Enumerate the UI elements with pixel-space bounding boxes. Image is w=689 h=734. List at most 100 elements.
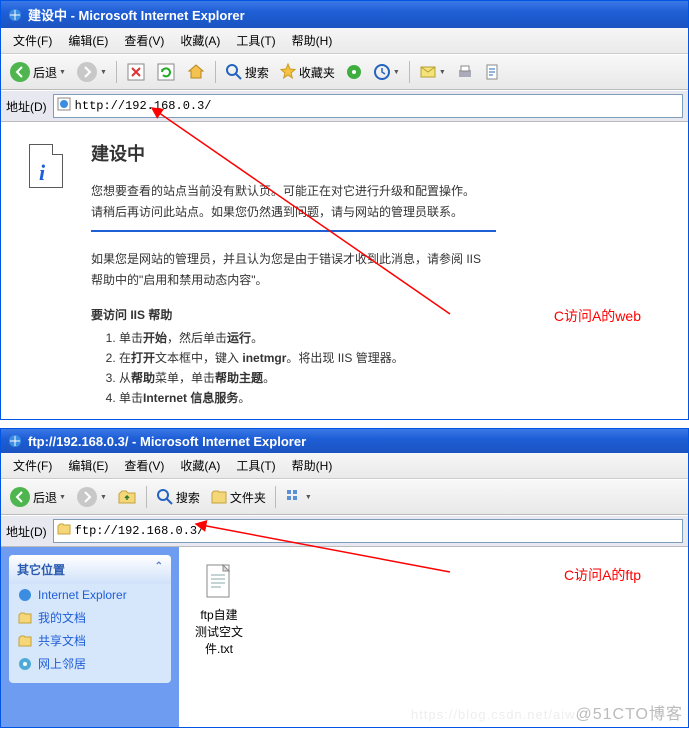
stop-button[interactable]	[122, 60, 150, 84]
search-button[interactable]: 搜索	[221, 61, 273, 83]
list-item: 单击Internet 信息服务。	[119, 389, 668, 406]
list-item: 单击开始，然后单击运行。	[119, 329, 668, 346]
text-file-icon	[203, 563, 235, 601]
menu-edit[interactable]: 编辑(E)	[60, 30, 116, 51]
browser-window-http: 建设中 - Microsoft Internet Explorer 文件(F) …	[0, 0, 689, 420]
forward-button[interactable]: ▼	[72, 484, 111, 510]
menubar: 文件(F) 编辑(E) 查看(V) 收藏(A) 工具(T) 帮助(H)	[1, 28, 688, 54]
network-icon	[17, 656, 33, 672]
address-value: http://192.168.0.3/	[75, 99, 212, 113]
folder-icon	[17, 633, 33, 649]
view-button[interactable]: ▼	[281, 486, 316, 508]
annotation-ftp: C访问A的ftp	[564, 565, 641, 585]
home-button[interactable]	[182, 60, 210, 84]
up-button[interactable]	[113, 485, 141, 509]
back-button[interactable]: 后退 ▼	[5, 59, 70, 85]
mail-button[interactable]: ▼	[415, 61, 450, 83]
ie-icon	[7, 7, 23, 23]
star-icon	[279, 63, 297, 81]
back-button[interactable]: 后退 ▼	[5, 484, 70, 510]
page-title: 建设中	[91, 140, 668, 166]
window-title: 建设中 - Microsoft Internet Explorer	[28, 5, 245, 24]
address-bar: 地址(D) ftp://192.168.0.3/	[1, 515, 688, 547]
annotation-web: C访问A的web	[554, 306, 641, 326]
folders-button[interactable]: 文件夹	[206, 486, 270, 508]
address-value: ftp://192.168.0.3/	[75, 524, 205, 538]
menu-favorites[interactable]: 收藏(A)	[172, 455, 228, 476]
folders-icon	[210, 488, 228, 506]
menu-file[interactable]: 文件(F)	[5, 455, 60, 476]
mail-icon	[419, 63, 437, 81]
search-icon	[225, 63, 243, 81]
info-icon: i	[39, 160, 45, 186]
window-title: ftp://192.168.0.3/ - Microsoft Internet …	[28, 434, 306, 449]
menu-favorites[interactable]: 收藏(A)	[172, 30, 228, 51]
menu-help[interactable]: 帮助(H)	[284, 30, 341, 51]
ie-icon	[17, 587, 33, 603]
menu-view[interactable]: 查看(V)	[116, 455, 172, 476]
separator	[146, 486, 147, 508]
address-input[interactable]: http://192.168.0.3/	[53, 94, 683, 118]
paragraph: 如果您是网站的管理员，并且认为您是由于错误才收到此消息，请参阅 IIS	[91, 250, 668, 267]
titlebar[interactable]: 建设中 - Microsoft Internet Explorer	[1, 1, 688, 28]
sidebar-item-ie[interactable]: Internet Explorer	[9, 584, 171, 606]
panel-header[interactable]: 其它位置 ⌃	[9, 555, 171, 584]
edit-icon	[484, 63, 502, 81]
paragraph: 帮助中的"启用和禁用动态内容"。	[91, 271, 668, 288]
menu-file[interactable]: 文件(F)	[5, 30, 60, 51]
subheading: 要访问 IIS 帮助	[91, 308, 172, 322]
sidebar-item-shared[interactable]: 共享文档	[9, 629, 171, 652]
instruction-list: 单击开始，然后单击运行。 在打开文本框中，键入 inetmgr。将出现 IIS …	[119, 329, 668, 406]
search-icon	[156, 488, 174, 506]
print-button[interactable]	[452, 61, 478, 83]
separator	[215, 61, 216, 83]
list-item: 从帮助菜单，单击帮助主题。	[119, 369, 668, 386]
document-icon	[29, 144, 63, 188]
file-item[interactable]: ftp自建测试空文件.txt	[195, 563, 243, 657]
paragraph: 请稍后再访问此站点。如果您仍然遇到问题，请与网站的管理员联系。	[91, 203, 496, 220]
favorites-button[interactable]: 收藏夹	[275, 61, 339, 83]
address-input[interactable]: ftp://192.168.0.3/	[53, 519, 683, 543]
menu-tools[interactable]: 工具(T)	[228, 455, 283, 476]
search-button[interactable]: 搜索	[152, 486, 204, 508]
history-button[interactable]: ▼	[369, 61, 404, 83]
forward-button[interactable]: ▼	[72, 59, 111, 85]
chevron-down-icon: ▼	[439, 69, 446, 76]
watermark: https://blog.csdn.net/aiw@51CTO博客	[411, 700, 683, 724]
separator	[116, 61, 117, 83]
back-icon	[9, 61, 31, 83]
back-icon	[9, 486, 31, 508]
titlebar[interactable]: ftp://192.168.0.3/ - Microsoft Internet …	[1, 429, 688, 453]
print-icon	[456, 63, 474, 81]
stop-icon	[126, 62, 146, 82]
chevron-down-icon: ▼	[59, 494, 66, 501]
sidebar-item-network[interactable]: 网上邻居	[9, 652, 171, 675]
paragraph: 您想要查看的站点当前没有默认页。可能正在对它进行升级和配置操作。	[91, 182, 668, 199]
sidebar-item-mydocs[interactable]: 我的文档	[9, 606, 171, 629]
ie-icon	[7, 433, 23, 449]
collapse-icon: ⌃	[155, 561, 163, 578]
address-label: 地址(D)	[6, 523, 47, 540]
menubar: 文件(F) 编辑(E) 查看(V) 收藏(A) 工具(T) 帮助(H)	[1, 453, 688, 479]
menu-help[interactable]: 帮助(H)	[284, 455, 341, 476]
chevron-down-icon: ▼	[100, 69, 107, 76]
refresh-button[interactable]	[152, 60, 180, 84]
page-content: i 建设中 您想要查看的站点当前没有默认页。可能正在对它进行升级和配置操作。 请…	[1, 122, 688, 419]
media-button[interactable]	[341, 61, 367, 83]
address-label: 地址(D)	[6, 98, 47, 115]
separator	[275, 486, 276, 508]
media-icon	[345, 63, 363, 81]
chevron-down-icon: ▼	[393, 69, 400, 76]
chevron-down-icon: ▼	[59, 69, 66, 76]
menu-tools[interactable]: 工具(T)	[228, 30, 283, 51]
chevron-down-icon: ▼	[305, 494, 312, 501]
separator	[409, 61, 410, 83]
menu-view[interactable]: 查看(V)	[116, 30, 172, 51]
edit-button[interactable]	[480, 61, 506, 83]
other-places-panel: 其它位置 ⌃ Internet Explorer 我的文档 共享文档	[9, 555, 171, 683]
menu-edit[interactable]: 编辑(E)	[60, 455, 116, 476]
address-bar: 地址(D) http://192.168.0.3/	[1, 90, 688, 122]
forward-icon	[76, 486, 98, 508]
ie-page-icon	[57, 97, 71, 115]
folder-up-icon	[117, 487, 137, 507]
